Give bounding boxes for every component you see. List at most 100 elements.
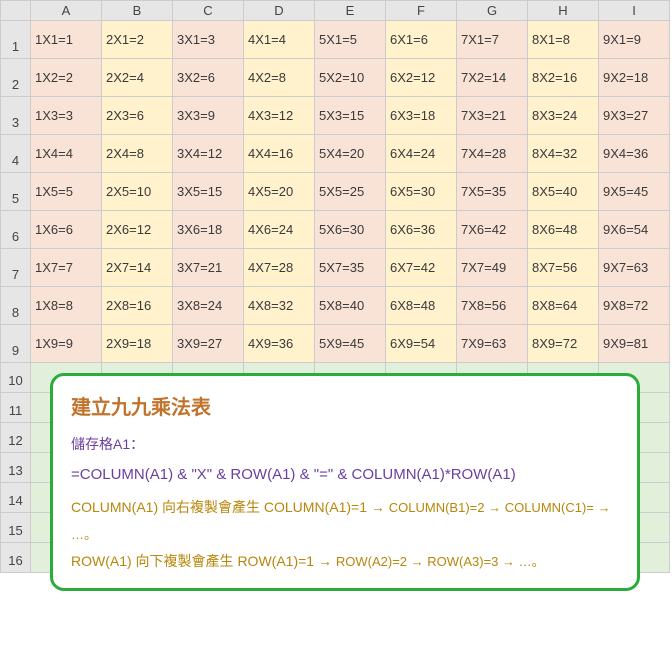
col-header-H[interactable]: H: [528, 1, 599, 21]
row-header-7[interactable]: 7: [1, 249, 31, 287]
cell-F4[interactable]: 6X4=24: [386, 135, 457, 173]
row-header-3[interactable]: 3: [1, 97, 31, 135]
cell-A3[interactable]: 1X3=3: [31, 97, 102, 135]
cell-E4[interactable]: 5X4=20: [315, 135, 386, 173]
cell-A5[interactable]: 1X5=5: [31, 173, 102, 211]
cell-H5[interactable]: 8X5=40: [528, 173, 599, 211]
row-header-5[interactable]: 5: [1, 173, 31, 211]
row-header-9[interactable]: 9: [1, 325, 31, 363]
cell-D7[interactable]: 4X7=28: [244, 249, 315, 287]
cell-D1[interactable]: 4X1=4: [244, 21, 315, 59]
cell-A9[interactable]: 1X9=9: [31, 325, 102, 363]
cell-B5[interactable]: 2X5=10: [102, 173, 173, 211]
cell-G5[interactable]: 7X5=35: [457, 173, 528, 211]
cell-C4[interactable]: 3X4=12: [173, 135, 244, 173]
cell-A7[interactable]: 1X7=7: [31, 249, 102, 287]
cell-A2[interactable]: 1X2=2: [31, 59, 102, 97]
cell-F7[interactable]: 6X7=42: [386, 249, 457, 287]
cell-B6[interactable]: 2X6=12: [102, 211, 173, 249]
cell-F5[interactable]: 6X5=30: [386, 173, 457, 211]
cell-A8[interactable]: 1X8=8: [31, 287, 102, 325]
cell-H4[interactable]: 8X4=32: [528, 135, 599, 173]
cell-D4[interactable]: 4X4=16: [244, 135, 315, 173]
cell-G4[interactable]: 7X4=28: [457, 135, 528, 173]
cell-H7[interactable]: 8X7=56: [528, 249, 599, 287]
cell-H9[interactable]: 8X9=72: [528, 325, 599, 363]
cell-C7[interactable]: 3X7=21: [173, 249, 244, 287]
col-header-E[interactable]: E: [315, 1, 386, 21]
col-header-I[interactable]: I: [599, 1, 670, 21]
cell-G2[interactable]: 7X2=14: [457, 59, 528, 97]
col-header-D[interactable]: D: [244, 1, 315, 21]
cell-E3[interactable]: 5X3=15: [315, 97, 386, 135]
cell-H1[interactable]: 8X1=8: [528, 21, 599, 59]
cell-C2[interactable]: 3X2=6: [173, 59, 244, 97]
cell-H3[interactable]: 8X3=24: [528, 97, 599, 135]
col-header-C[interactable]: C: [173, 1, 244, 21]
cell-C5[interactable]: 3X5=15: [173, 173, 244, 211]
cell-A4[interactable]: 1X4=4: [31, 135, 102, 173]
cell-G7[interactable]: 7X7=49: [457, 249, 528, 287]
cell-G3[interactable]: 7X3=21: [457, 97, 528, 135]
cell-I7[interactable]: 9X7=63: [599, 249, 670, 287]
cell-B2[interactable]: 2X2=4: [102, 59, 173, 97]
row-header-12[interactable]: 12: [1, 423, 31, 453]
row-header-11[interactable]: 11: [1, 393, 31, 423]
cell-B3[interactable]: 2X3=6: [102, 97, 173, 135]
cell-F2[interactable]: 6X2=12: [386, 59, 457, 97]
row-header-4[interactable]: 4: [1, 135, 31, 173]
cell-D5[interactable]: 4X5=20: [244, 173, 315, 211]
cell-E1[interactable]: 5X1=5: [315, 21, 386, 59]
cell-B4[interactable]: 2X4=8: [102, 135, 173, 173]
row-header-15[interactable]: 15: [1, 513, 31, 543]
select-all-corner[interactable]: [1, 1, 31, 21]
cell-H2[interactable]: 8X2=16: [528, 59, 599, 97]
row-header-14[interactable]: 14: [1, 483, 31, 513]
cell-D6[interactable]: 4X6=24: [244, 211, 315, 249]
cell-G9[interactable]: 7X9=63: [457, 325, 528, 363]
cell-F3[interactable]: 6X3=18: [386, 97, 457, 135]
cell-I8[interactable]: 9X8=72: [599, 287, 670, 325]
cell-F6[interactable]: 6X6=36: [386, 211, 457, 249]
col-header-B[interactable]: B: [102, 1, 173, 21]
cell-G1[interactable]: 7X1=7: [457, 21, 528, 59]
cell-F9[interactable]: 6X9=54: [386, 325, 457, 363]
cell-D8[interactable]: 4X8=32: [244, 287, 315, 325]
cell-E7[interactable]: 5X7=35: [315, 249, 386, 287]
cell-F8[interactable]: 6X8=48: [386, 287, 457, 325]
row-header-10[interactable]: 10: [1, 363, 31, 393]
col-header-F[interactable]: F: [386, 1, 457, 21]
cell-E8[interactable]: 5X8=40: [315, 287, 386, 325]
cell-I1[interactable]: 9X1=9: [599, 21, 670, 59]
cell-B9[interactable]: 2X9=18: [102, 325, 173, 363]
cell-D3[interactable]: 4X3=12: [244, 97, 315, 135]
row-header-6[interactable]: 6: [1, 211, 31, 249]
cell-B1[interactable]: 2X1=2: [102, 21, 173, 59]
cell-E9[interactable]: 5X9=45: [315, 325, 386, 363]
col-header-A[interactable]: A: [31, 1, 102, 21]
cell-D2[interactable]: 4X2=8: [244, 59, 315, 97]
cell-I3[interactable]: 9X3=27: [599, 97, 670, 135]
cell-C9[interactable]: 3X9=27: [173, 325, 244, 363]
cell-C1[interactable]: 3X1=3: [173, 21, 244, 59]
cell-D9[interactable]: 4X9=36: [244, 325, 315, 363]
row-header-2[interactable]: 2: [1, 59, 31, 97]
cell-I6[interactable]: 9X6=54: [599, 211, 670, 249]
cell-H8[interactable]: 8X8=64: [528, 287, 599, 325]
cell-I2[interactable]: 9X2=18: [599, 59, 670, 97]
cell-F1[interactable]: 6X1=6: [386, 21, 457, 59]
cell-I4[interactable]: 9X4=36: [599, 135, 670, 173]
cell-A1[interactable]: 1X1=1: [31, 21, 102, 59]
cell-B8[interactable]: 2X8=16: [102, 287, 173, 325]
cell-B7[interactable]: 2X7=14: [102, 249, 173, 287]
cell-I5[interactable]: 9X5=45: [599, 173, 670, 211]
cell-G6[interactable]: 7X6=42: [457, 211, 528, 249]
row-header-8[interactable]: 8: [1, 287, 31, 325]
cell-E6[interactable]: 5X6=30: [315, 211, 386, 249]
row-header-16[interactable]: 16: [1, 543, 31, 573]
row-header-1[interactable]: 1: [1, 21, 31, 59]
cell-C6[interactable]: 3X6=18: [173, 211, 244, 249]
cell-I9[interactable]: 9X9=81: [599, 325, 670, 363]
col-header-G[interactable]: G: [457, 1, 528, 21]
cell-H6[interactable]: 8X6=48: [528, 211, 599, 249]
